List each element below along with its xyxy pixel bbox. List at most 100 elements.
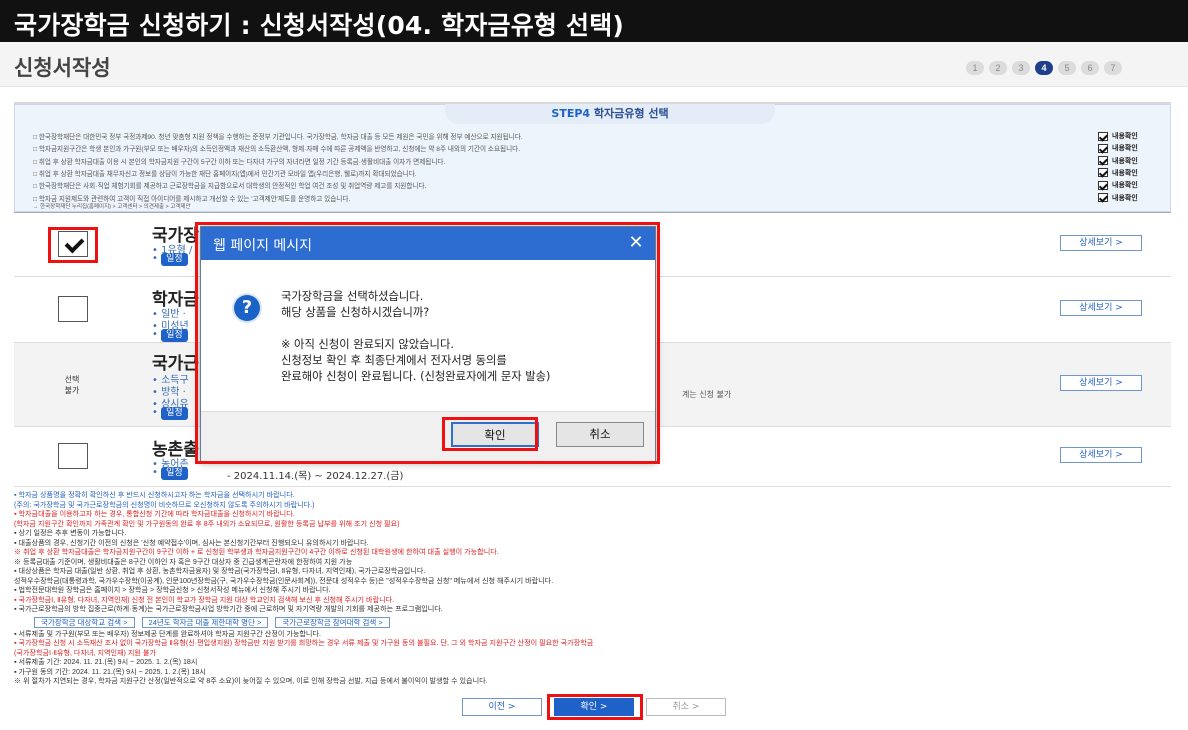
notes-group-1: ▪ 학자금 상품명을 정확히 확인하신 후 반드시 신청하시고자 하는 학자금을… (14, 491, 1171, 615)
schedule-badge: 일정 (161, 467, 188, 480)
dialog-message-line: 국가장학금을 선택하셨습니다. (281, 290, 424, 303)
note-line: ▪ 가구원 동의 기간: 2024. 11. 21.(목) 9시 ~ 2025.… (14, 667, 206, 676)
schedule-badge: 일정 (161, 407, 188, 420)
not-selectable-text: 불가 (64, 386, 80, 395)
notice-text: □ 한국장학재단은 대한민국 정부 국정과제90. 청년 맞춤형 지원 정책을 … (33, 134, 523, 141)
note-line: ※ 위 절차가 지연되는 경우, 학자금 지원구간 산정(일반적으로 약 8주 … (14, 677, 488, 685)
link-buttons: 국가장학금 대상학교 검색 > 24년도 학자금 대출 제한대학 명단 > 국가근로… (34, 616, 1171, 628)
page-title-bar: 국가장학금 신청하기 : 신청서작성(04. 학자금유형 선택) (0, 0, 1188, 42)
note-line: (주의: 국가장학금 및 국가근로장학금의 신청명이 비슷하므로 오신청하지 않… (14, 500, 315, 509)
note-line: ▪ 법학전문대학원 장학금은 홈페이지 > 장학금 > 장학금신청 > 신청서작… (14, 586, 331, 594)
notice-text: □ 취업 후 상환 학자금대출 이용 시 본인의 학자금지원 구간이 5구간 이… (33, 158, 446, 166)
not-selectable-text: 선택 (64, 375, 80, 384)
detail-button[interactable]: 상세보기 > (1060, 447, 1142, 463)
notice-text: □ 취업 후 상환 학자금대출 채무자신고 정보를 상담이 가능한 재단 홈페이… (33, 170, 417, 178)
link-button[interactable]: 국가장학금 대상학교 검색 > (34, 616, 135, 628)
notice-confirm-label: 내용확인 (1112, 132, 1138, 140)
detail-button[interactable]: 상세보기 > (1060, 300, 1142, 316)
checkbox-icon[interactable] (1098, 156, 1108, 166)
notice-confirm-checkbox[interactable]: 내용확인 (1098, 131, 1174, 142)
dialog-title: 웹 페이지 메시지 (201, 227, 655, 260)
schedule-line: • 일정 (152, 329, 188, 342)
step-indicator: 1234567 (966, 61, 1122, 75)
dialog-message-line: ※ 아직 신청이 완료되지 않았습니다. (281, 338, 454, 351)
detail-button[interactable]: 상세보기 > (1060, 235, 1142, 251)
notice-confirm-checkbox[interactable]: 내용확인 (1098, 193, 1174, 204)
step4-title: STEP4 학자금유형 선택 (445, 104, 775, 124)
bottom-notes: ▪ 학자금 상품명을 정확히 확인하신 후 반드시 신청하시고자 하는 학자금을… (14, 491, 1171, 687)
notice-confirm-label: 내용확인 (1112, 168, 1138, 177)
schedule-line: • 일정 (152, 467, 188, 480)
checkbox-icon[interactable] (1098, 193, 1108, 202)
schedule-line: • 일정 (152, 407, 188, 420)
checkbox-icon[interactable] (1098, 180, 1108, 190)
dialog-message-line: 신청정보 확인 후 최종단계에서 전자서명 동의를 (281, 354, 507, 367)
note-line: ▪ 대출상품의 경우, 신청기간 이전의 신청은 '신청 예약접수'이며, 심사… (14, 538, 369, 547)
notice-text: □ 한국장학재단은 사회·직업 체험기회를 제공하고 근로장학금을 지급함으로서… (33, 183, 427, 191)
note-line: ▪ 학자금대출을 이용하고자 하는 경우, 통합신청 기간에 따라 학자금대출을… (14, 510, 295, 518)
prev-button[interactable]: 이전 > (462, 698, 542, 716)
schedule-badge: 일정 (161, 253, 188, 266)
step-3: 3 (1012, 61, 1030, 75)
schedule-badge: 일정 (161, 329, 188, 342)
note-line: ▪ 서류제출 및 가구원(부모 또는 배우자) 정보제공 단계를 완료하셔야 학… (14, 629, 321, 638)
notice-confirm-label: 내용확인 (1112, 156, 1138, 165)
row-select-checkbox[interactable] (58, 231, 88, 257)
dialog-message-line: 해당 상품을 신청하시겠습니까? (281, 306, 430, 319)
notice-text: □ 학자금 지원제도와 관련하여 고객이 직접 아이디어를 제시하고 개선할 수… (33, 195, 351, 203)
step4-label: 학자금유형 선택 (593, 107, 669, 120)
note-line: ※ 취업 후 상환 학자금대출은 학자금지원구간이 9구간 이하 + 로 신청된… (14, 548, 499, 556)
bullet: • (152, 329, 162, 340)
step-6: 6 (1081, 61, 1099, 75)
step4-prefix: STEP4 (551, 107, 591, 120)
cancel-button[interactable]: 취소 > (646, 698, 726, 716)
step4-notice-box: STEP4 학자금유형 선택 □ 한국장학재단은 대한민국 정부 국정과제90.… (14, 104, 1171, 212)
checkbox-icon[interactable] (1098, 168, 1108, 178)
dialog-message-line: 완료해야 신청이 완료됩니다. (신청완료자에게 문자 발송) (281, 370, 551, 383)
note-line: 성적우수장학금(대통령과학, 국가우수장학(이공계), 인문100년장학금(구,… (14, 576, 554, 585)
notice-confirm-checkbox[interactable]: 내용확인 (1098, 180, 1174, 191)
notes-group-2: ▪ 서류제출 및 가구원(부모 또는 배우자) 정보제공 단계를 완료하셔야 학… (14, 630, 1171, 687)
notice-confirm-label: 내용확인 (1112, 193, 1138, 202)
notice-confirm-checkbox[interactable]: 내용확인 (1098, 168, 1174, 179)
bullet: • (152, 467, 162, 478)
notice-confirm-checkbox[interactable]: 내용확인 (1098, 143, 1174, 154)
step-2: 2 (989, 61, 1007, 75)
row-select-checkbox[interactable] (58, 443, 88, 469)
row-select-checkbox[interactable] (58, 296, 88, 322)
step-1: 1 (966, 61, 984, 75)
checkbox-icon[interactable] (1098, 143, 1108, 153)
note-line: (학자금 지원구간 확인까지 가족관계 확인 및 가구원동의 완료 후 8주 내… (14, 519, 400, 528)
schedule-line: • 일정 (152, 253, 188, 266)
notice-text: □ 학자금지원구간은 학생 본인과 가구원(부모 또는 배우자)의 소득인정액과… (33, 146, 521, 154)
notice-confirm-label: 내용확인 (1112, 181, 1138, 190)
notice-subline: → 한국장학재단 누리집(홈페이지) > 고객센터 > 의견제출 > 고객제안 (33, 204, 191, 210)
bullet: • (152, 253, 162, 264)
step-5: 5 (1058, 61, 1076, 75)
bottom-buttons: 이전 > 확인 > 취소 > (462, 698, 726, 716)
page-heading: 신청서작성 (14, 56, 111, 80)
dialog-ok-button[interactable]: 확인 (451, 422, 539, 447)
note-line: (국가장학금Ⅰ·Ⅱ유형, 다자녀, 지역인재) 지원 불가 (14, 648, 156, 657)
note-line: ▪ 국가장학금Ⅰ, Ⅱ유형, 다자녀, 지역인재) 신청 전 본인이 학교가 장… (14, 595, 395, 604)
not-selectable-label: 선택불가 (54, 374, 90, 396)
close-icon[interactable]: ✕ (625, 231, 647, 255)
row-extra-note: 계는 신청 불가 (682, 390, 732, 399)
notice-confirm-label: 내용확인 (1112, 144, 1138, 153)
dialog-message: 국가장학금을 선택하셨습니다. 해당 상품을 신청하시겠습니까? ※ 아직 신청이… (281, 289, 550, 385)
checkbox-icon[interactable] (1098, 131, 1108, 141)
notice-confirm-checkbox[interactable]: 내용확인 (1098, 156, 1174, 167)
step-7: 7 (1104, 61, 1122, 75)
bullet: • (152, 407, 162, 418)
note-line: ▪ 국가장학금 신청 시 소득재산 조사 없이 국가장학금 Ⅱ유형(신·편입생지… (14, 639, 594, 647)
link-button[interactable]: 국가근로장학금 참여대학 검색 > (275, 616, 390, 628)
dialog-message-line (281, 321, 550, 337)
link-button[interactable]: 24년도 학자금 대출 제한대학 명단 > (141, 616, 269, 628)
note-line: ▪ 학자금 상품명을 정확히 확인하신 후 반드시 신청하시고자 하는 학자금을… (14, 491, 295, 499)
note-line: ▪ 대상상품은 학자금 대출(일반 상환, 취업 후 상환, 농촌학자금융자) … (14, 567, 426, 575)
note-line: ▪ 상기 일정은 추후 변동이 가능합니다. (14, 529, 127, 537)
dialog-cancel-button[interactable]: 취소 (556, 422, 644, 447)
detail-button[interactable]: 상세보기 > (1060, 375, 1142, 391)
confirm-button[interactable]: 확인 > (554, 698, 634, 716)
note-line: ▪ 서류제출 기간: 2024. 11. 21.(목) 9시 ~ 2025. 1… (14, 658, 198, 666)
